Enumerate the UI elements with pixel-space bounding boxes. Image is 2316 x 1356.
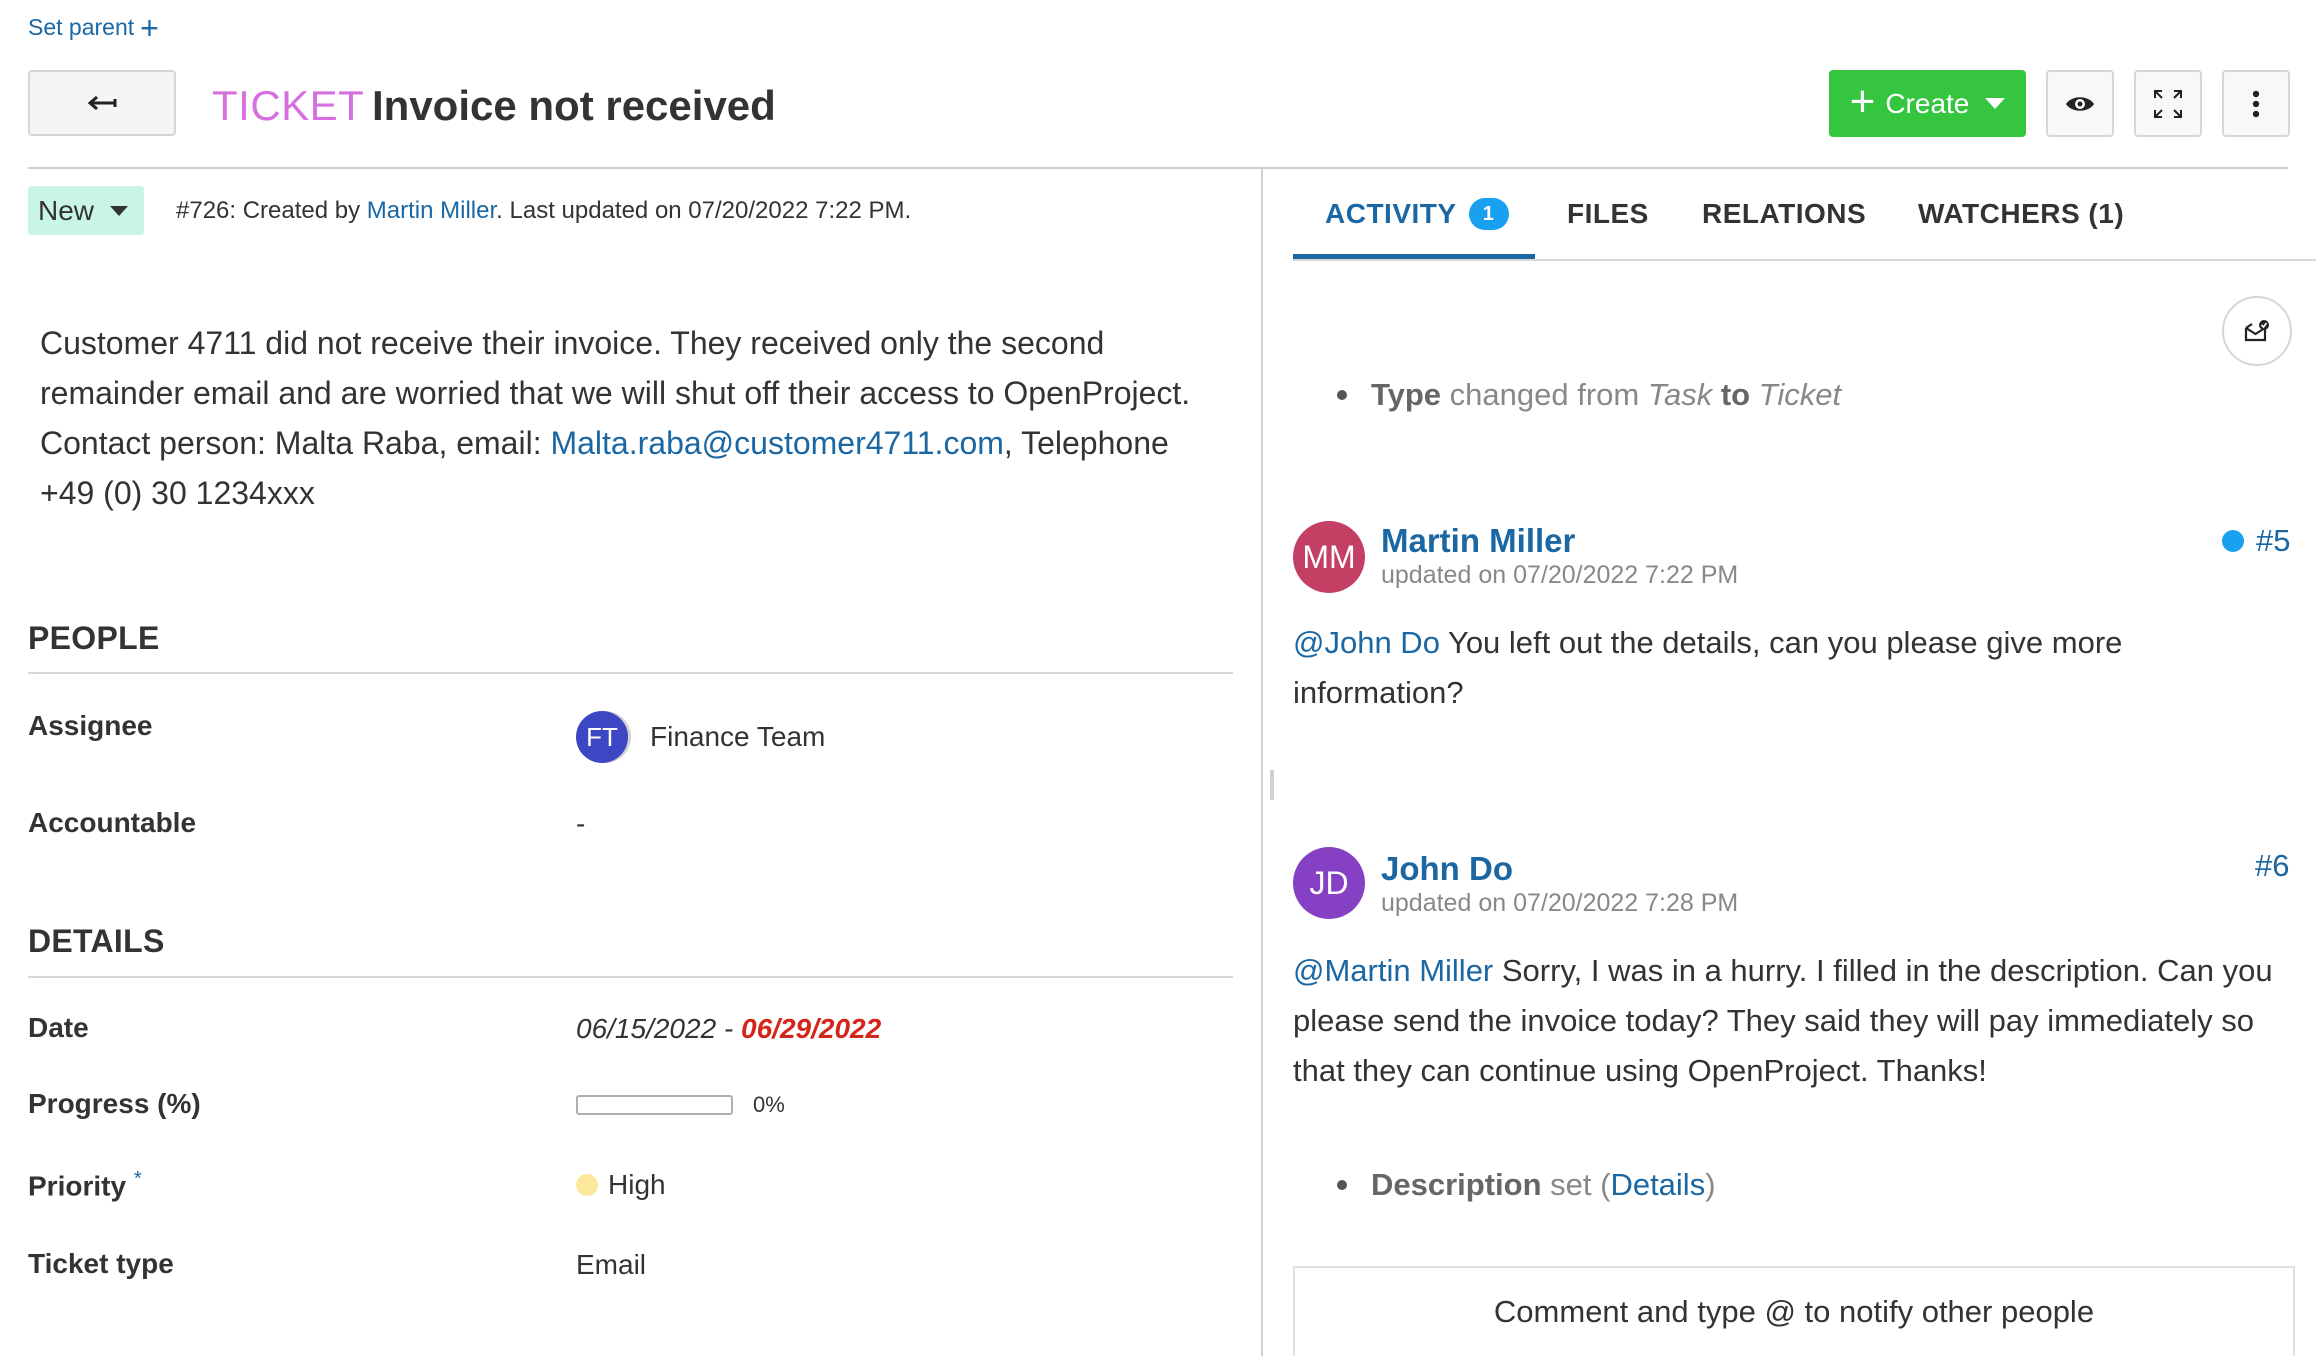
- avatar: FT: [576, 711, 628, 763]
- activity-change-description: Description set (Details): [1337, 1167, 1716, 1203]
- progress-field[interactable]: 0%: [576, 1092, 785, 1118]
- avatar[interactable]: MM: [1293, 521, 1365, 593]
- activity-change-type: Type changed from Task to Ticket: [1337, 377, 1841, 413]
- ticket-type-field[interactable]: Email: [576, 1249, 646, 1281]
- watch-button[interactable]: [2046, 70, 2114, 137]
- activity-author-link[interactable]: John Do: [1381, 850, 1513, 888]
- progress-bar: [576, 1095, 733, 1115]
- expand-icon: [2154, 89, 2182, 118]
- activity-date: updated on 07/20/2022 7:22 PM: [1381, 561, 1739, 589]
- back-button[interactable]: [28, 70, 176, 136]
- more-actions-button[interactable]: [2222, 70, 2290, 137]
- activity-count-badge: 1: [1468, 198, 1509, 230]
- priority-label-text: Priority: [28, 1170, 127, 1202]
- change-from: Task: [1647, 377, 1713, 412]
- change-to-word: to: [1712, 377, 1759, 412]
- priority-value: High: [608, 1169, 666, 1200]
- fullscreen-button[interactable]: [2134, 70, 2202, 137]
- caret-down-icon: [1985, 98, 2006, 109]
- tab-watchers[interactable]: WATCHERS (1): [1918, 198, 2124, 230]
- bullet: [1337, 1180, 1347, 1190]
- start-date: 06/15/2022: [576, 1013, 717, 1044]
- date-separator: -: [716, 1013, 742, 1044]
- author-link[interactable]: Martin Miller: [367, 197, 496, 224]
- avatar[interactable]: JD: [1293, 847, 1365, 919]
- unread-indicator: [2222, 530, 2244, 552]
- due-date: 06/29/2022: [741, 1013, 882, 1044]
- tab-relations[interactable]: RELATIONS: [1702, 198, 1866, 230]
- change-text-end: ): [1705, 1167, 1716, 1202]
- plus-icon: +: [140, 9, 159, 46]
- status-label: New: [38, 194, 95, 226]
- plus-icon: +: [1849, 76, 1876, 126]
- meta-suffix: . Last updated on 07/20/2022 7:22 PM.: [496, 197, 912, 224]
- email-link[interactable]: Malta.raba@customer4711.com: [550, 425, 1003, 461]
- header-divider: [28, 167, 2288, 169]
- activity-number-link[interactable]: #5: [2256, 523, 2290, 559]
- date-field[interactable]: 06/15/2022 - 06/29/2022: [576, 1013, 881, 1045]
- accountable-field[interactable]: -: [576, 808, 585, 840]
- change-field: Type: [1371, 377, 1442, 412]
- tabs-divider: [1293, 259, 2316, 261]
- change-text: changed from: [1441, 377, 1648, 412]
- change-field: Description: [1371, 1167, 1542, 1202]
- bullet: [1337, 390, 1347, 400]
- activity-comment: @Martin Miller Sorry, I was in a hurry. …: [1293, 946, 2273, 1096]
- caret-down-icon: [110, 205, 129, 216]
- activity-number-link[interactable]: #6: [2255, 848, 2289, 884]
- set-parent-label: Set parent: [28, 14, 135, 40]
- required-mark: *: [133, 1168, 142, 1190]
- assignee-label: Assignee: [28, 710, 153, 741]
- arrow-left-icon: [87, 95, 117, 111]
- work-package-meta: #726: Created by Martin Miller. Last upd…: [176, 197, 911, 225]
- more-vertical-icon: [2252, 90, 2260, 117]
- create-button[interactable]: + Create: [1829, 70, 2026, 137]
- section-divider: [28, 672, 1233, 674]
- status-dropdown[interactable]: New: [28, 186, 144, 235]
- ticket-type-label: Ticket type: [28, 1248, 174, 1279]
- tab-activity[interactable]: ACTIVITY 1: [1325, 198, 1509, 230]
- details-section-title: DETAILS: [28, 923, 165, 959]
- tab-files[interactable]: FILES: [1567, 198, 1649, 230]
- progress-label: Progress (%): [28, 1088, 201, 1119]
- comment-input[interactable]: Comment and type @ to notify other peopl…: [1293, 1266, 2295, 1356]
- create-label: Create: [1885, 87, 1970, 119]
- pane-divider[interactable]: [1261, 168, 1263, 1356]
- accountable-label: Accountable: [28, 807, 197, 838]
- meta-prefix: #726: Created by: [176, 197, 367, 224]
- resize-handle[interactable]: [1270, 770, 1274, 800]
- work-package-subject[interactable]: Invoice not received: [372, 82, 776, 130]
- work-package-type: TICKET: [212, 82, 365, 129]
- set-parent-link[interactable]: Set parent +: [28, 9, 159, 46]
- assignee-field[interactable]: FT Finance Team: [576, 711, 825, 763]
- activity-comment: @John Do You left out the details, can y…: [1293, 618, 2273, 718]
- eye-icon: [2066, 96, 2094, 111]
- description[interactable]: Customer 4711 did not receive their invo…: [40, 318, 1220, 518]
- mail-check-icon: [2244, 320, 2269, 342]
- date-label: Date: [28, 1012, 89, 1043]
- mention-link[interactable]: @Martin Miller: [1293, 953, 1493, 988]
- priority-color-dot: [576, 1174, 598, 1196]
- activity-author-link[interactable]: Martin Miller: [1381, 522, 1575, 560]
- priority-field[interactable]: High: [576, 1169, 666, 1201]
- mention-link[interactable]: @John Do: [1293, 625, 1440, 660]
- people-section-title: PEOPLE: [28, 620, 160, 656]
- assignee-name: Finance Team: [650, 721, 826, 752]
- details-link[interactable]: Details: [1610, 1167, 1705, 1202]
- progress-value: 0%: [753, 1092, 785, 1117]
- notification-mail-button[interactable]: [2222, 296, 2292, 366]
- activity-number: #5: [2222, 523, 2290, 559]
- change-to: Ticket: [1758, 377, 1842, 412]
- section-divider: [28, 976, 1233, 978]
- change-text: set (: [1541, 1167, 1611, 1202]
- activity-date: updated on 07/20/2022 7:28 PM: [1381, 889, 1739, 917]
- tab-activity-label: ACTIVITY: [1325, 198, 1457, 229]
- priority-label: Priority *: [28, 1168, 142, 1202]
